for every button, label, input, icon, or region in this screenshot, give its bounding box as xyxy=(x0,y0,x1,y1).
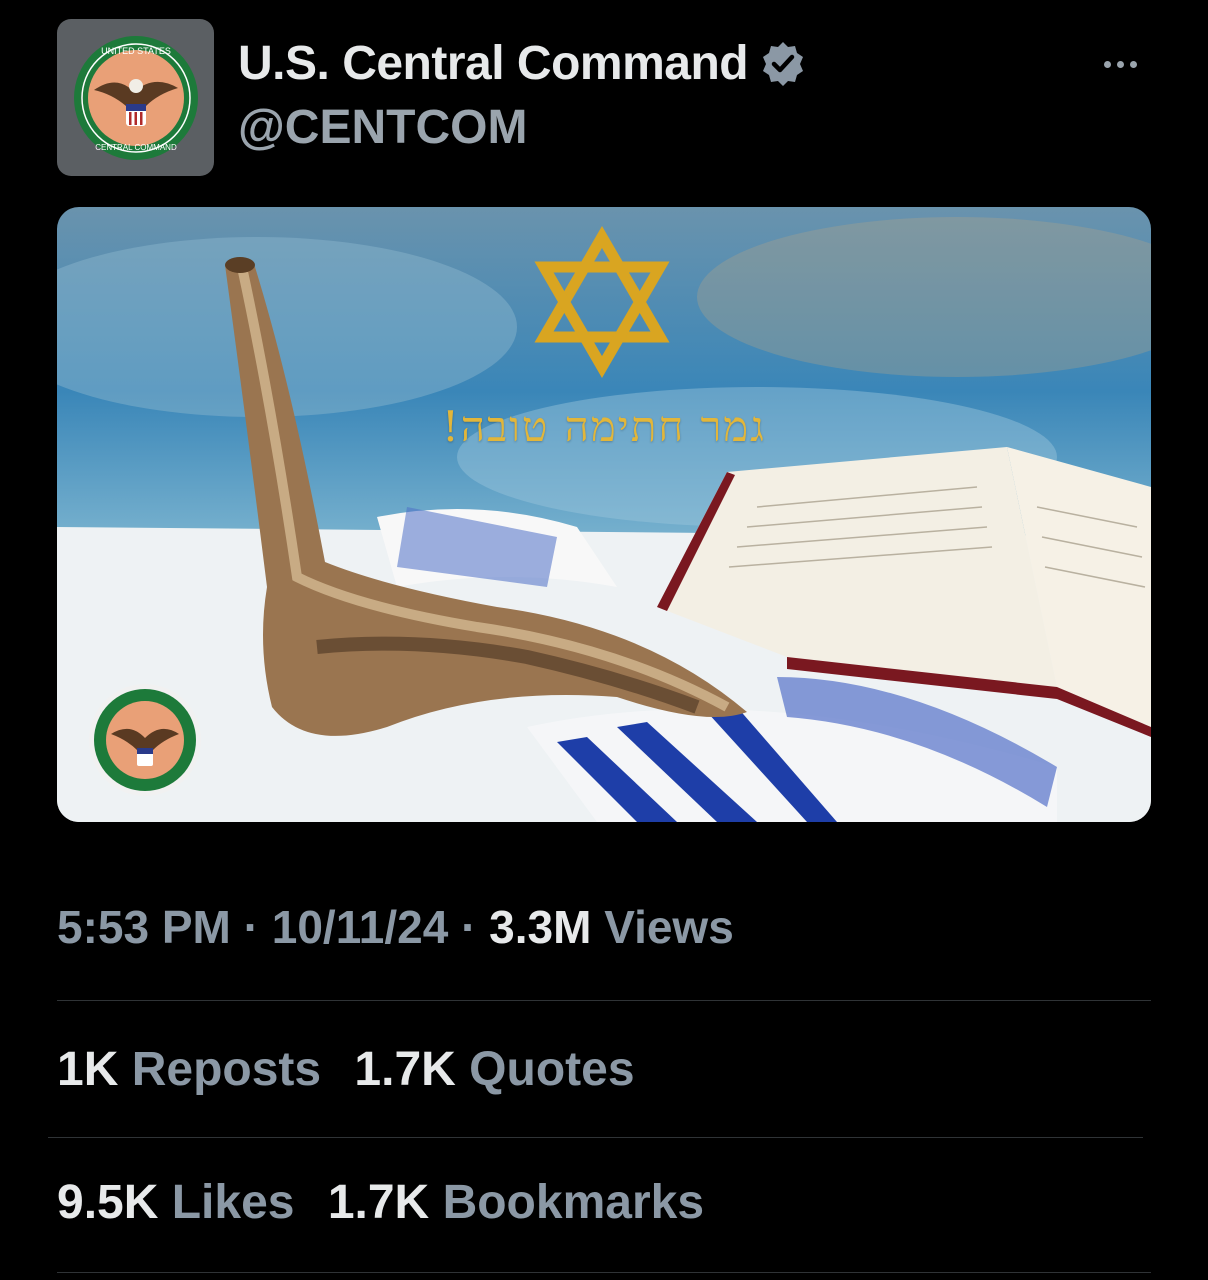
verified-badge-icon xyxy=(763,41,804,86)
seal-text-bottom: CENTRAL COMMAND xyxy=(95,143,177,152)
author-name-row[interactable]: U.S. Central Command xyxy=(238,36,808,91)
reposts-label: Reposts xyxy=(131,1043,322,1096)
display-name[interactable]: U.S. Central Command xyxy=(238,36,749,91)
more-options-icon[interactable] xyxy=(1104,52,1148,76)
bookmarks-stat[interactable]: 1.7K Bookmarks xyxy=(328,1175,704,1230)
divider xyxy=(57,1272,1151,1273)
quotes-count: 1.7K xyxy=(354,1043,456,1096)
bookmarks-count: 1.7K xyxy=(327,1176,430,1229)
avatar[interactable]: UNITED STATES CENTRAL COMMAND xyxy=(57,19,214,176)
centcom-seal-icon: UNITED STATES CENTRAL COMMAND xyxy=(73,35,198,160)
meta-separator: · xyxy=(461,901,477,953)
seal-text-top: UNITED STATES xyxy=(101,46,171,56)
divider xyxy=(57,1000,1151,1001)
likes-label: Likes xyxy=(171,1176,295,1229)
dot-icon xyxy=(1117,60,1124,68)
meta-separator: · xyxy=(243,901,259,953)
reposts-stat[interactable]: 1K Reposts xyxy=(57,1042,321,1097)
divider xyxy=(48,1137,1143,1138)
post-date[interactable]: 10/11/24 xyxy=(272,901,449,953)
quotes-label: Quotes xyxy=(469,1043,635,1096)
likes-count: 9.5K xyxy=(57,1176,159,1229)
dot-icon xyxy=(1104,60,1111,68)
dot-icon xyxy=(1130,60,1137,68)
reposts-count: 1K xyxy=(57,1043,119,1096)
views-count: 3.3M xyxy=(489,901,592,953)
views-label: Views xyxy=(604,901,734,953)
shofar-scene xyxy=(57,217,1151,822)
post-time[interactable]: 5:53 PM xyxy=(57,901,231,953)
likes-stat[interactable]: 9.5K Likes xyxy=(57,1175,294,1230)
stats-row-reposts-quotes: 1K Reposts 1.7K Quotes xyxy=(57,1042,655,1097)
bookmarks-label: Bookmarks xyxy=(442,1176,705,1229)
author-handle[interactable]: @CENTCOM xyxy=(238,100,527,155)
post-meta: 5:53 PM · 10/11/24 · 3.3M Views xyxy=(57,900,734,954)
post-image[interactable]: גמר חתימה טובה! xyxy=(57,207,1151,822)
quotes-stat[interactable]: 1.7K Quotes xyxy=(354,1042,634,1097)
stats-row-likes-bookmarks: 9.5K Likes 1.7K Bookmarks xyxy=(57,1175,724,1230)
greeting-text: גמר חתימה טובה! xyxy=(441,402,767,451)
